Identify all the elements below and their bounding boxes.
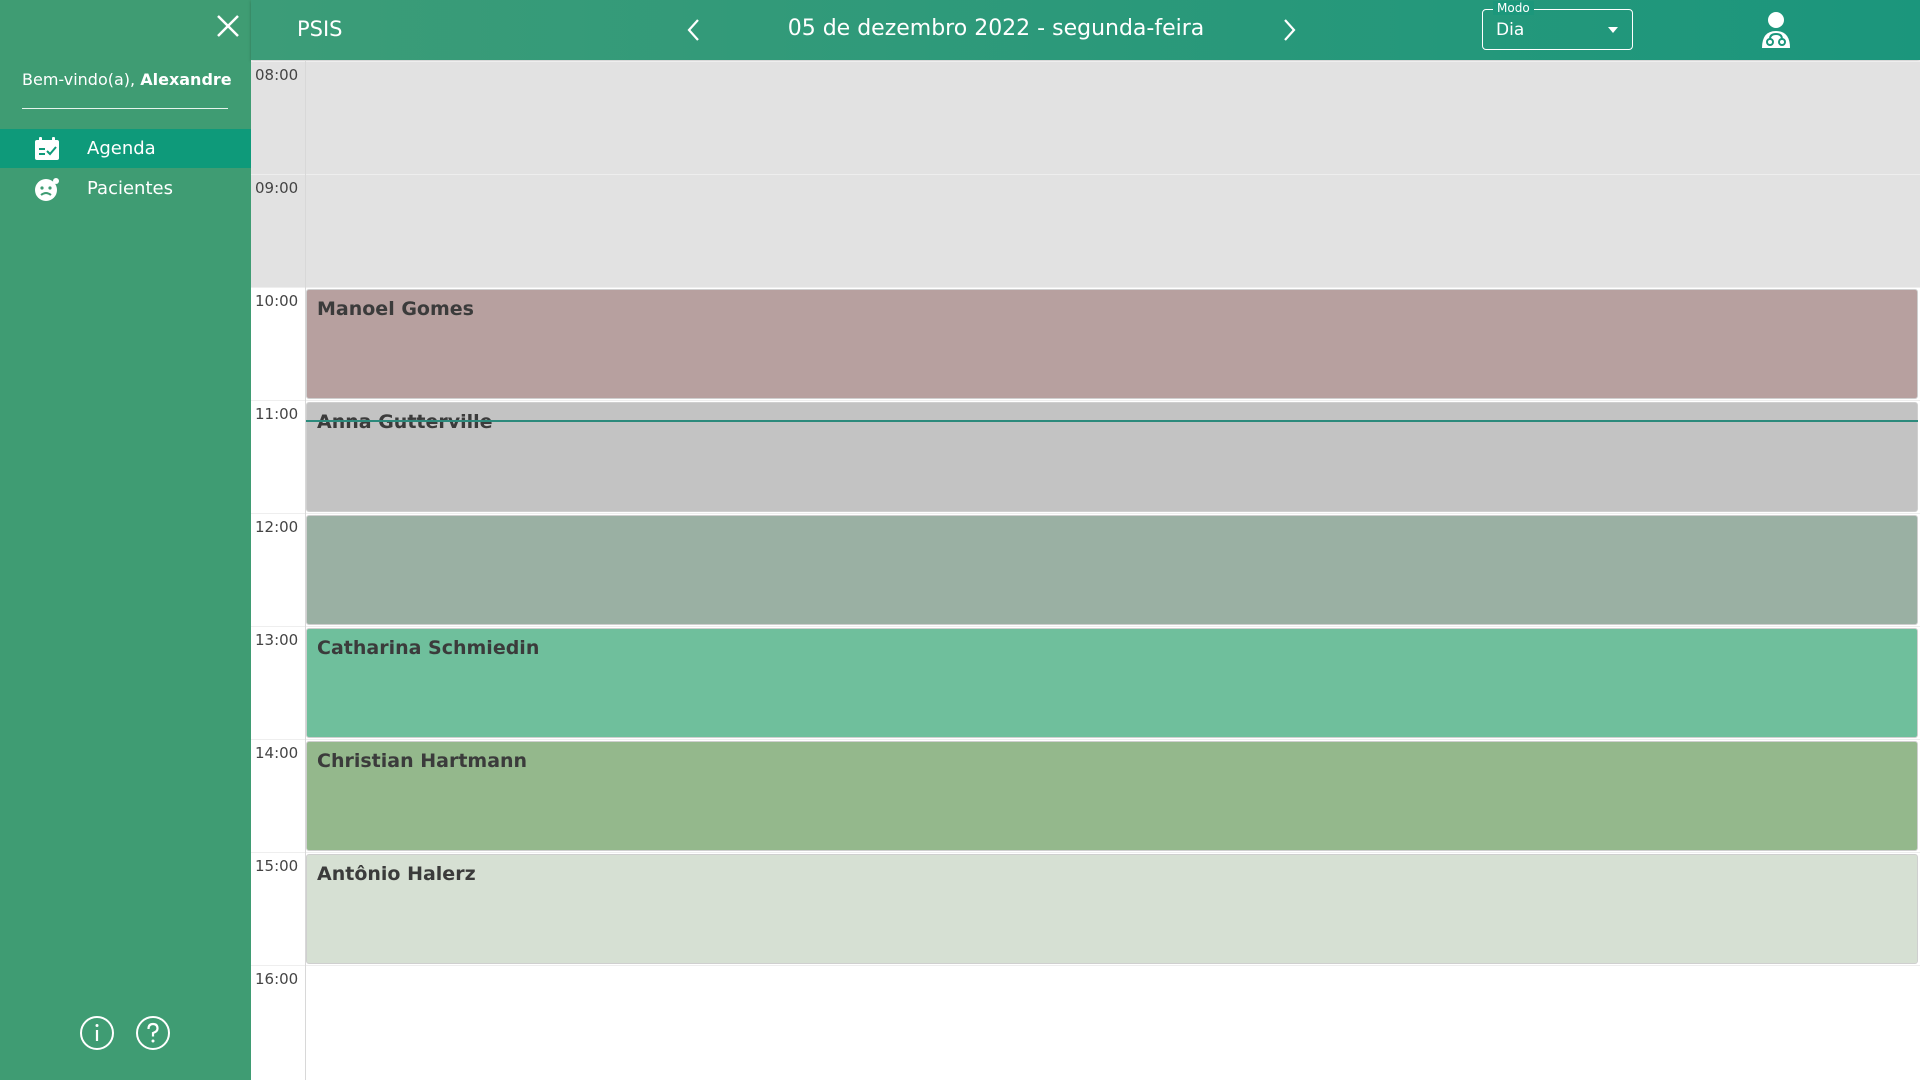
appointment-event[interactable]: Anna Gutterville <box>306 402 1918 512</box>
sidebar-item-label: Pacientes <box>87 178 173 199</box>
close-icon[interactable] <box>212 10 244 42</box>
time-label: 10:00 <box>255 292 299 310</box>
time-label: 16:00 <box>255 970 299 988</box>
hour-row[interactable] <box>251 174 1920 287</box>
sidebar-divider <box>22 108 228 109</box>
top-bar: PSIS 05 de dezembro 2022 - segunda-feira… <box>251 0 1920 60</box>
appointment-patient-name: Christian Hartmann <box>317 750 528 772</box>
info-icon[interactable] <box>79 1015 115 1051</box>
time-label: 09:00 <box>255 179 299 197</box>
appointment-event[interactable]: Antônio Halerz <box>306 854 1918 964</box>
doctor-avatar-icon[interactable] <box>1756 10 1796 50</box>
previous-day-icon[interactable] <box>681 16 707 44</box>
calendar-check-icon <box>33 135 61 163</box>
hour-row[interactable] <box>251 965 1920 1078</box>
day-calendar: 08:00 09:00 10:00 11:00 12:00 13:00 14:0… <box>251 61 1920 1080</box>
time-label: 12:00 <box>255 518 299 536</box>
time-label: 15:00 <box>255 857 299 875</box>
time-label: 08:00 <box>255 66 299 84</box>
next-day-icon[interactable] <box>1276 16 1302 44</box>
current-date: 05 de dezembro 2022 - segunda-feira <box>787 16 1205 41</box>
welcome-prefix: Bem-vindo(a), <box>22 70 141 89</box>
chevron-down-icon <box>1608 27 1618 33</box>
patients-face-icon <box>33 175 61 203</box>
appointment-patient-name: Anna Gutterville <box>317 411 493 433</box>
mode-value: Dia <box>1496 20 1525 40</box>
appointment-patient-name: Catharina Schmiedin <box>317 637 540 659</box>
sidebar-item-pacientes[interactable]: Pacientes <box>0 169 251 208</box>
appointment-patient-name: Manoel Gomes <box>317 298 474 320</box>
welcome-user-name: Alexandre <box>140 70 232 89</box>
appointment-event[interactable] <box>306 515 1918 625</box>
mode-label: Modo <box>1493 1 1534 15</box>
hour-row[interactable] <box>251 61 1920 174</box>
appointment-event[interactable]: Manoel Gomes <box>306 289 1918 399</box>
appointment-event[interactable]: Christian Hartmann <box>306 741 1918 851</box>
app-title: PSIS <box>297 17 343 41</box>
sidebar-item-label: Agenda <box>87 138 156 159</box>
current-time-indicator <box>306 420 1918 422</box>
time-label: 13:00 <box>255 631 299 649</box>
appointment-event[interactable]: Catharina Schmiedin <box>306 628 1918 738</box>
mode-select[interactable]: Modo Dia <box>1482 1 1633 50</box>
appointment-patient-name: Antônio Halerz <box>317 863 476 885</box>
help-icon[interactable] <box>135 1015 171 1051</box>
welcome-message: Bem-vindo(a), Alexandre <box>22 70 232 89</box>
sidebar: Bem-vindo(a), Alexandre Agenda Pacientes <box>0 0 251 1080</box>
sidebar-item-agenda[interactable]: Agenda <box>0 129 251 168</box>
time-label: 14:00 <box>255 744 299 762</box>
time-label: 11:00 <box>255 405 299 423</box>
